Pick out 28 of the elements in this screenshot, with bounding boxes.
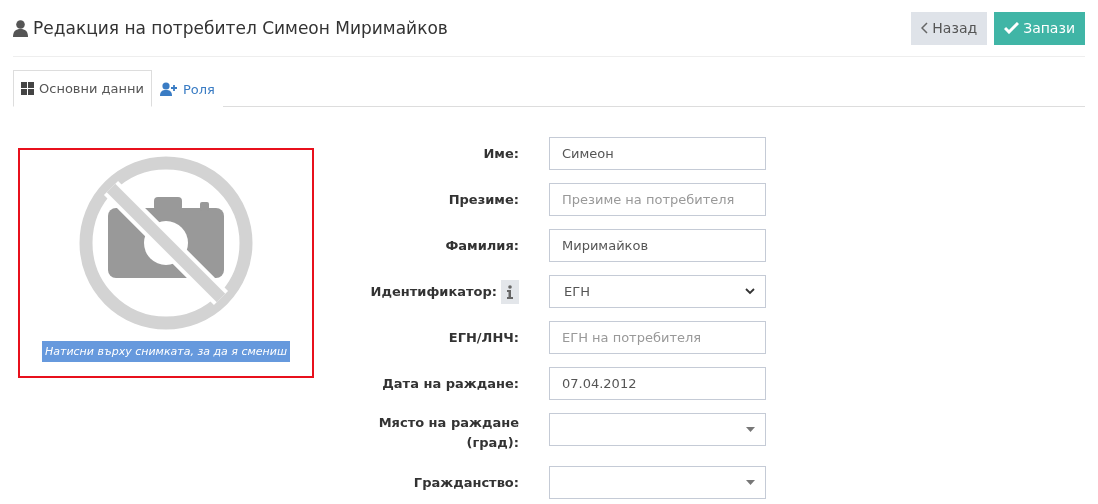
text-field[interactable]: Презиме на потребителя — [549, 183, 766, 216]
user-icon — [13, 19, 28, 37]
field-label: ЕГН/ЛНЧ: — [448, 328, 519, 347]
field-label: Фамилия: — [445, 236, 519, 255]
text-field[interactable]: Миримайков — [549, 229, 766, 262]
field-label: Презиме: — [448, 190, 519, 209]
text-field[interactable]: Симеон — [549, 137, 766, 170]
field-label: Дата на раждане: — [382, 374, 519, 393]
field-label: Идентификатор: — [370, 282, 497, 301]
caret-down-icon — [746, 427, 755, 432]
check-icon — [1004, 22, 1020, 34]
back-button[interactable]: Назад — [911, 11, 988, 45]
field-label: Място на раждане (град): — [377, 414, 519, 452]
select-field[interactable]: ЕГН — [549, 275, 766, 308]
text-field[interactable]: ЕГН на потребителя — [549, 321, 766, 354]
user-plus-icon — [160, 82, 178, 96]
grid-icon — [21, 82, 34, 95]
info-icon[interactable] — [501, 279, 519, 304]
combo-field[interactable] — [549, 466, 766, 499]
field-label: Име: — [483, 144, 519, 163]
combo-field[interactable] — [549, 413, 766, 446]
caret-down-icon — [746, 480, 755, 485]
page-title: Редакция на потребител Симеон Миримайков — [33, 18, 448, 38]
tab[interactable]: Основни данни — [13, 70, 152, 107]
text-field[interactable]: 07.04.2012 — [549, 367, 766, 400]
field-label: Гражданство: — [413, 473, 519, 492]
chevron-down-icon — [745, 288, 755, 295]
chevron-left-icon — [921, 22, 929, 34]
